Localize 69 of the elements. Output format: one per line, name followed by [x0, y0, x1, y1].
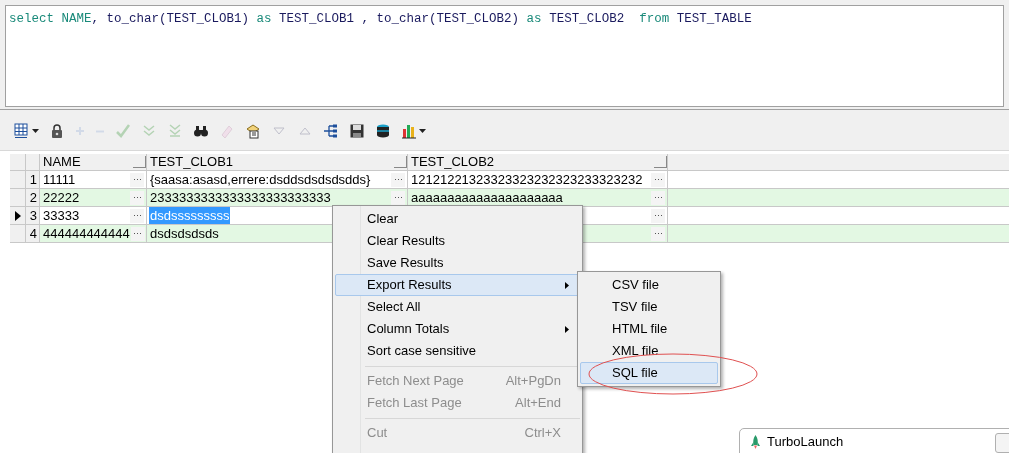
sql-text: TEST_CLOB2 [548, 12, 626, 26]
table-cell: 444444444444 [42, 225, 131, 242]
table-cell: aaaaaaaaaaaaaaaaaaaaa [410, 189, 564, 206]
table-cell: 33333 [42, 207, 81, 224]
menu-item[interactable]: Clear Results [335, 230, 580, 252]
table-cell: {saasa:asasd,errere:dsddsdsdsdsdds} [149, 171, 372, 188]
menu-item[interactable]: TSV file [580, 296, 718, 318]
column-resize-handle[interactable] [394, 156, 407, 168]
row-number: 3 [26, 207, 40, 224]
document-icon [245, 123, 261, 139]
menu-item[interactable]: HTML file [580, 318, 718, 340]
double-down-icon [141, 123, 157, 139]
table-cell: dsdsssssssss [149, 207, 231, 224]
sql-keyword: as [526, 12, 542, 26]
sql-editor[interactable]: select NAME, to_char(TEST_CLOB1) as TEST_CLOB1 , to_char(TEST_CLOB2) as TEST_CLOB2 from TEST_TABLE [5, 5, 1004, 107]
row-number: 2 [26, 189, 40, 206]
submenu-arrow-icon [565, 325, 569, 333]
ellipsis-button[interactable] [651, 190, 665, 205]
double-down-bar-icon [167, 123, 183, 139]
save-icon [349, 123, 365, 139]
menu-item[interactable]: Export Results [335, 274, 580, 296]
column-resize-handle[interactable] [654, 156, 667, 168]
binoculars-icon [193, 123, 209, 139]
menu-item[interactable]: Select All [335, 296, 580, 318]
table-cell: dsdsdsdsds [149, 225, 220, 242]
menu-item[interactable]: SQL file [580, 362, 718, 384]
ellipsis-button[interactable] [651, 208, 665, 223]
row-number: 1 [26, 171, 40, 188]
ellipsis-button[interactable] [130, 190, 144, 205]
rocket-icon [750, 435, 761, 449]
table-cell: 12121221323323323232323233323232 [410, 171, 644, 188]
taskbar-window[interactable]: TurboLaunch [739, 428, 1009, 453]
sql-keyword: from [639, 12, 670, 26]
window-title: TurboLaunch [767, 435, 844, 449]
row-indicator[interactable] [10, 207, 26, 224]
current-row-icon [14, 210, 21, 221]
caret-icon [419, 129, 426, 133]
ellipsis-button[interactable] [130, 208, 144, 223]
column-header[interactable]: TEST_CLOB1 [147, 154, 408, 170]
grid-icon [14, 123, 30, 139]
eraser-icon [219, 123, 235, 139]
ellipsis-button[interactable] [391, 190, 405, 205]
sql-text: , to_char(TEST_CLOB1) [91, 12, 251, 26]
tree-icon [323, 123, 339, 139]
check-icon [115, 123, 131, 139]
sql-keyword: select NAME [9, 12, 92, 26]
database-icon [375, 123, 391, 139]
ellipsis-button[interactable] [130, 226, 145, 241]
submenu-arrow-icon [565, 281, 569, 289]
ellipsis-button[interactable] [651, 226, 665, 241]
caret-icon [32, 129, 39, 133]
table-cell: 11111 [42, 171, 77, 188]
sql-text: TEST_CLOB1 , to_char(TEST_CLOB2) [278, 12, 521, 26]
menu-item[interactable]: Sort case sensitive [335, 340, 580, 362]
menu-item[interactable]: Save Results [335, 252, 580, 274]
column-header[interactable]: TEST_CLOB2 [408, 154, 668, 170]
row-number: 4 [26, 225, 40, 242]
table-cell: 22222 [42, 189, 81, 206]
plus-icon [75, 126, 85, 136]
column-resize-handle[interactable] [133, 156, 146, 168]
menu-item[interactable]: CSV file [580, 274, 718, 296]
menu-item[interactable]: Clear [335, 208, 580, 230]
menu-item[interactable]: Column Totals [335, 318, 580, 340]
menu-item[interactable]: XML file [580, 340, 718, 362]
sql-text: TEST_TABLE [675, 12, 752, 26]
bar-chart-icon [401, 123, 417, 139]
lock-icon [49, 123, 65, 139]
table-cell: 2333333333333333333333333 [149, 189, 332, 206]
sql-keyword: as [256, 12, 272, 26]
